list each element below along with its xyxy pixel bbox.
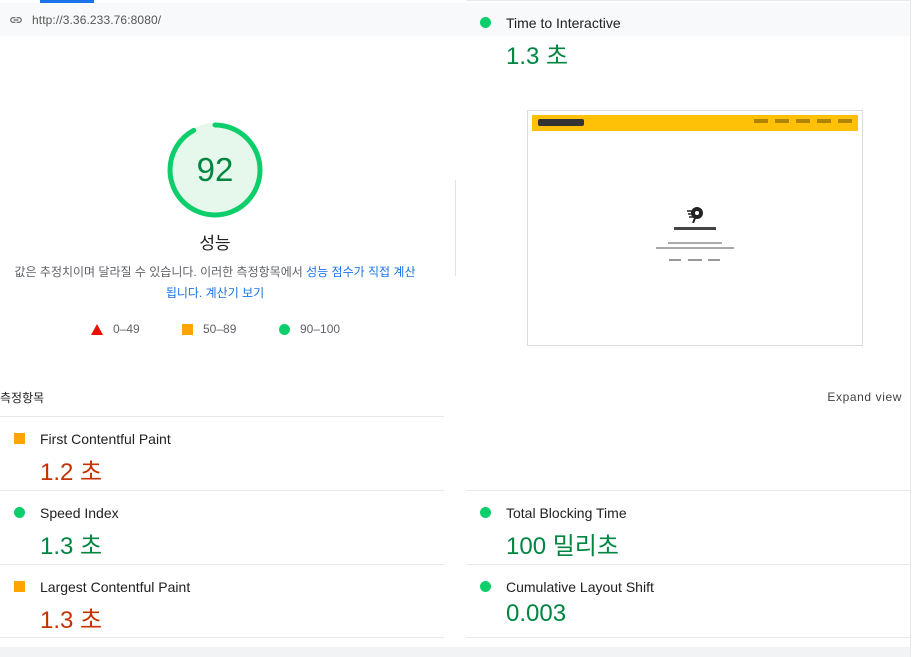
triangle-icon <box>91 323 103 335</box>
metric-speed-index: Speed Index 1.3 초 <box>0 490 444 564</box>
page-url[interactable]: http://3.36.233.76:8080/ <box>32 13 161 27</box>
square-icon <box>182 323 193 335</box>
metric-grid-border <box>466 637 910 638</box>
metric-value: 1.3 초 <box>506 43 569 70</box>
metric-value: 1.3 초 <box>40 607 103 634</box>
legend-fail-range: 0–49 <box>113 322 140 336</box>
preview-text-line <box>668 242 722 244</box>
circle-icon <box>14 507 25 518</box>
expand-view-toggle[interactable]: Expand view <box>827 390 902 404</box>
metric-cumulative-layout-shift: Cumulative Layout Shift 0.003 <box>466 564 910 638</box>
preview-logo <box>538 119 584 126</box>
metric-first-contentful-paint: First Contentful Paint 1.2 초 <box>0 416 444 490</box>
divider <box>455 180 456 276</box>
square-icon <box>14 433 25 444</box>
metric-total-blocking-time: Total Blocking Time 100 밀리초 <box>466 490 910 564</box>
legend-average-range: 50–89 <box>203 322 237 336</box>
score-legend: 0–49 50–89 90–100 <box>0 322 430 340</box>
legend-fail: 0–49 <box>91 322 140 336</box>
preview-navbar <box>532 115 858 131</box>
description-text: 값은 추정치이며 달라질 수 있습니다. 이러한 측정항목에서 <box>14 265 307 279</box>
legend-average: 50–89 <box>182 322 236 336</box>
legend-pass: 90–100 <box>279 322 340 336</box>
circle-icon <box>279 323 290 335</box>
square-icon <box>14 581 25 592</box>
metric-value: 0.003 <box>506 600 567 627</box>
score-description: 값은 추정치이며 달라질 수 있습니다. 이러한 측정항목에서 성능 점수가 직… <box>14 262 416 304</box>
legend-pass-range: 90–100 <box>300 322 341 336</box>
metric-value: 1.2 초 <box>40 459 103 486</box>
preview-link <box>669 259 681 261</box>
footer-band <box>0 647 910 657</box>
metric-name: Largest Contentful Paint <box>40 579 191 595</box>
metric-name: First Contentful Paint <box>40 431 171 447</box>
metric-time-to-interactive: Time to Interactive 1.3 초 <box>466 0 910 74</box>
metric-value: 100 밀리초 <box>506 533 619 560</box>
metric-value: 1.3 초 <box>40 533 103 560</box>
preview-text-line <box>656 247 734 249</box>
final-screenshot[interactable] <box>527 110 863 346</box>
preview-logo-mark <box>687 207 703 223</box>
circle-icon <box>480 17 491 28</box>
preview-link <box>708 259 720 261</box>
metric-name: Total Blocking Time <box>506 505 627 521</box>
metric-grid-border <box>0 637 444 638</box>
metric-largest-contentful-paint: Largest Contentful Paint 1.3 초 <box>0 564 444 638</box>
calculator-link[interactable]: 계산기 보기 <box>206 286 265 300</box>
circle-icon <box>480 507 491 518</box>
performance-gauge: 92 <box>165 120 265 220</box>
preview-link <box>688 259 702 261</box>
scroll-edge <box>910 0 920 657</box>
metric-name: Speed Index <box>40 505 119 521</box>
metric-name: Time to Interactive <box>506 15 621 31</box>
lighthouse-report: http://3.36.233.76:8080/ 92 성능 값은 추정치이며 … <box>0 0 920 657</box>
circle-icon <box>480 581 491 592</box>
preview-brand <box>674 227 716 230</box>
metric-name: Cumulative Layout Shift <box>506 579 654 595</box>
link-icon <box>9 13 23 27</box>
performance-label: 성능 <box>199 234 231 253</box>
performance-score: 92 <box>196 151 234 188</box>
preview-nav-links <box>754 119 852 123</box>
metrics-title: 측정항목 <box>0 391 45 405</box>
